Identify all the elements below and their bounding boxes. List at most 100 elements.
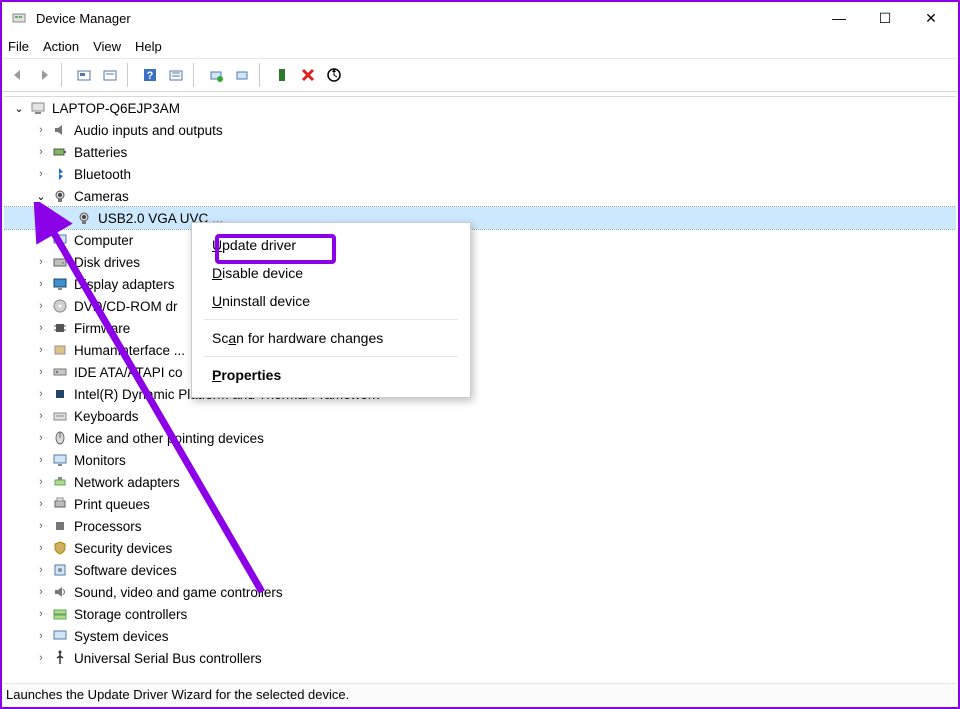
- chevron-right-icon[interactable]: ›: [34, 167, 48, 181]
- install-old-driver-icon[interactable]: [230, 63, 254, 87]
- chevron-right-icon[interactable]: ›: [34, 453, 48, 467]
- close-button[interactable]: ✕: [908, 2, 954, 34]
- update-driver-icon[interactable]: [204, 63, 228, 87]
- tree-item[interactable]: › HumanInterface ...: [4, 339, 956, 361]
- network-icon: [52, 474, 68, 490]
- tree-item[interactable]: ›System devices: [4, 625, 956, 647]
- chevron-right-icon[interactable]: ›: [34, 585, 48, 599]
- menubar: File Action View Help: [2, 34, 958, 58]
- chevron-down-icon[interactable]: ⌄: [34, 189, 48, 203]
- scan-icon[interactable]: [322, 63, 346, 87]
- camera-icon: [52, 188, 68, 204]
- chevron-right-icon[interactable]: ›: [34, 387, 48, 401]
- menu-view[interactable]: View: [93, 39, 121, 54]
- tree-item-label: Disk drives: [74, 255, 140, 270]
- tree-item[interactable]: › Security devices: [4, 537, 956, 559]
- chevron-right-icon[interactable]: ›: [34, 629, 48, 643]
- minimize-button[interactable]: —: [816, 2, 862, 34]
- chevron-right-icon[interactable]: ›: [34, 233, 48, 247]
- tree-item[interactable]: › Disk drives: [4, 251, 956, 273]
- menu-file[interactable]: File: [8, 39, 29, 54]
- dvd-icon: [52, 298, 68, 314]
- tree-item[interactable]: ›Print queues: [4, 493, 956, 515]
- chevron-right-icon[interactable]: ›: [34, 651, 48, 665]
- printer-icon: [52, 496, 68, 512]
- toolbar: ?: [2, 58, 958, 92]
- tree-item[interactable]: ›IDE ATA/ATAPI co: [4, 361, 956, 383]
- menu-help[interactable]: Help: [135, 39, 162, 54]
- help-icon[interactable]: ?: [138, 63, 162, 87]
- tree-item-label: Batteries: [74, 145, 127, 160]
- chevron-right-icon[interactable]: ›: [34, 343, 48, 357]
- tree-item-label: Bluetooth: [74, 167, 131, 182]
- battery-icon: [52, 144, 68, 160]
- context-menu-item[interactable]: Disable device: [192, 259, 470, 287]
- tree-item[interactable]: ›Network adapters: [4, 471, 956, 493]
- chevron-right-icon[interactable]: ›: [34, 431, 48, 445]
- nav-forward-icon[interactable]: [32, 63, 56, 87]
- chevron-right-icon[interactable]: ›: [34, 607, 48, 621]
- window-title: Device Manager: [36, 11, 131, 26]
- chevron-right-icon[interactable]: ›: [34, 541, 48, 555]
- chevron-right-icon[interactable]: ›: [34, 519, 48, 533]
- software-icon: [52, 562, 68, 578]
- tree-item[interactable]: › DVD/CD-ROM dr: [4, 295, 956, 317]
- tree-item[interactable]: ›Processors: [4, 515, 956, 537]
- maximize-button[interactable]: ☐: [862, 2, 908, 34]
- tree-item-label: DVD/CD-ROM dr: [74, 299, 178, 314]
- tree-item[interactable]: › Batteries: [4, 141, 956, 163]
- tree-item-label: Security devices: [74, 541, 172, 556]
- chevron-right-icon[interactable]: ›: [34, 123, 48, 137]
- chevron-right-icon[interactable]: ›: [34, 563, 48, 577]
- cpu-icon: [52, 518, 68, 534]
- disk-icon: [52, 254, 68, 270]
- tree-root[interactable]: ⌄LAPTOP-Q6EJP3AM: [4, 97, 956, 119]
- storage-icon: [52, 606, 68, 622]
- chevron-right-icon[interactable]: ›: [34, 365, 48, 379]
- chevron-down-icon[interactable]: ⌄: [12, 101, 26, 115]
- chevron-right-icon[interactable]: ›: [34, 255, 48, 269]
- chevron-right-icon[interactable]: ›: [34, 299, 48, 313]
- menu-action[interactable]: Action: [43, 39, 79, 54]
- intel-icon: [52, 386, 68, 402]
- tree-item[interactable]: ›Keyboards: [4, 405, 956, 427]
- tree-item[interactable]: ›Audio inputs and outputs: [4, 119, 956, 141]
- tree-item[interactable]: ›Monitors: [4, 449, 956, 471]
- tree-item[interactable]: ›Mice and other pointing devices: [4, 427, 956, 449]
- chevron-right-icon[interactable]: ›: [34, 409, 48, 423]
- tree-item[interactable]: ›Sound, video and game controllers: [4, 581, 956, 603]
- tree-item[interactable]: ›Firmware: [4, 317, 956, 339]
- device-tree[interactable]: ⌄LAPTOP-Q6EJP3AM›Audio inputs and output…: [4, 96, 956, 677]
- context-menu-item[interactable]: Scan for hardware changes: [192, 324, 470, 352]
- tree-item[interactable]: ›Display adapters: [4, 273, 956, 295]
- tree-item[interactable]: ›Universal Serial Bus controllers: [4, 647, 956, 669]
- status-text: Launches the Update Driver Wizard for th…: [6, 687, 349, 702]
- tree-item[interactable]: ›Software devices: [4, 559, 956, 581]
- chevron-right-icon[interactable]: ›: [34, 475, 48, 489]
- tree-item-label: HumanInterface ...: [74, 343, 185, 358]
- tree-item[interactable]: ›Storage controllers: [4, 603, 956, 625]
- tree-item[interactable]: ⌄Cameras: [4, 185, 956, 207]
- context-menu-item[interactable]: Update driver: [192, 231, 470, 259]
- app-icon: [10, 9, 28, 27]
- enable-icon[interactable]: [270, 63, 294, 87]
- sound-icon: [52, 584, 68, 600]
- show-hidden-icon[interactable]: [72, 63, 96, 87]
- context-menu-item[interactable]: Properties: [192, 361, 470, 389]
- security-icon: [52, 540, 68, 556]
- refresh-icon[interactable]: [98, 63, 122, 87]
- computer-icon: [30, 100, 46, 116]
- chevron-right-icon[interactable]: ›: [34, 321, 48, 335]
- chevron-right-icon[interactable]: ›: [34, 145, 48, 159]
- context-menu-item[interactable]: Uninstall device: [192, 287, 470, 315]
- display-icon: [52, 276, 68, 292]
- nav-back-icon[interactable]: [6, 63, 30, 87]
- chevron-right-icon[interactable]: ›: [34, 277, 48, 291]
- disable-red-icon[interactable]: [296, 63, 320, 87]
- chevron-right-icon[interactable]: ›: [34, 497, 48, 511]
- tree-item-child[interactable]: USB2.0 VGA UVC ...: [4, 207, 956, 229]
- tree-item[interactable]: ›Intel(R) Dynamic Platform and Thermal F…: [4, 383, 956, 405]
- properties-icon[interactable]: [164, 63, 188, 87]
- tree-item[interactable]: › Bluetooth: [4, 163, 956, 185]
- tree-item[interactable]: ›Computer: [4, 229, 956, 251]
